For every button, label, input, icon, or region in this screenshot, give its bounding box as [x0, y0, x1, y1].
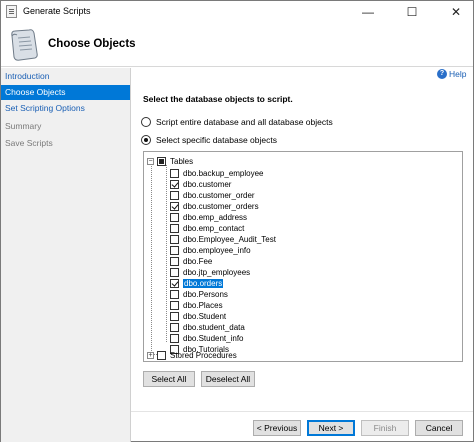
item-checkbox[interactable] — [170, 223, 179, 233]
wizard-nav: Introduction Choose Objects Set Scriptin… — [1, 68, 131, 442]
item-checkbox[interactable] — [170, 322, 179, 332]
tree-item-label: dbo.jtp_employees — [183, 267, 251, 277]
scroll-icon — [11, 29, 38, 61]
tree-node-tables[interactable]: − Tables — [147, 155, 193, 167]
item-checkbox[interactable] — [170, 179, 179, 189]
title-bar: Generate Scripts — ☐ ✕ — [1, 1, 473, 23]
radio-specific-objects-label: Select specific database objects — [156, 135, 277, 145]
tree-item-label: dbo.employee_info — [183, 245, 251, 255]
instruction-text: Select the database objects to script. — [143, 94, 293, 104]
tree-connector — [151, 163, 152, 355]
close-button[interactable]: ✕ — [441, 1, 471, 23]
footer-divider — [131, 411, 473, 412]
collapse-icon[interactable]: − — [147, 157, 154, 165]
object-tree[interactable]: − Tables dbo.backup_employee dbo.custome… — [143, 151, 463, 362]
item-checkbox[interactable] — [170, 333, 179, 343]
item-checkbox[interactable] — [170, 190, 179, 200]
app-icon — [6, 5, 17, 18]
item-checkbox[interactable] — [170, 300, 179, 310]
tree-item-label: dbo.Fee — [183, 256, 213, 266]
item-checkbox[interactable] — [170, 234, 179, 244]
item-checkbox[interactable] — [170, 245, 179, 255]
tree-item-label: dbo.customer_order — [183, 190, 255, 200]
cancel-button[interactable]: Cancel — [415, 420, 463, 436]
item-checkbox[interactable] — [170, 278, 179, 288]
item-checkbox[interactable] — [170, 201, 179, 211]
maximize-button[interactable]: ☐ — [397, 1, 427, 23]
tree-item-label: dbo.orders — [183, 278, 224, 288]
next-button[interactable]: Next > — [307, 420, 355, 436]
tree-item-label: dbo.customer — [183, 179, 232, 189]
nav-item-choose-objects[interactable]: Choose Objects — [1, 85, 130, 100]
radio-entire-database-button[interactable] — [141, 117, 151, 127]
radio-entire-database-label: Script entire database and all database … — [156, 117, 333, 127]
generate-scripts-window: Generate Scripts — ☐ ✕ Choose Objects In… — [0, 0, 474, 442]
tree-node-stored-procedures[interactable]: + Stored Procedures — [147, 349, 237, 361]
tree-connector — [166, 165, 167, 342]
expand-icon[interactable]: + — [147, 351, 154, 359]
page-title: Choose Objects — [48, 38, 136, 50]
radio-specific-objects[interactable]: Select specific database objects — [141, 135, 277, 145]
tree-item-label: dbo.Persons — [183, 289, 228, 299]
nav-item-set-scripting-options[interactable]: Set Scripting Options — [1, 101, 130, 116]
item-checkbox[interactable] — [170, 168, 179, 178]
item-checkbox[interactable] — [170, 289, 179, 299]
finish-button: Finish — [361, 420, 409, 436]
select-all-button[interactable]: Select All — [143, 371, 195, 387]
nav-item-introduction[interactable]: Introduction — [1, 69, 130, 84]
item-checkbox[interactable] — [170, 311, 179, 321]
item-checkbox[interactable] — [170, 256, 179, 266]
nav-item-save-scripts: Save Scripts — [5, 138, 53, 148]
tree-item-label: dbo.Student — [183, 311, 227, 321]
tables-checkbox[interactable] — [157, 156, 166, 166]
tree-item-label: dbo.Employee_Audit_Test — [183, 234, 276, 244]
wizard-header: Choose Objects — [1, 23, 473, 67]
previous-button[interactable]: < Previous — [253, 420, 301, 436]
item-checkbox[interactable] — [170, 267, 179, 277]
tree-item-label: dbo.Places — [183, 300, 223, 310]
tree-node-label: Stored Procedures — [170, 350, 237, 360]
minimize-button[interactable]: — — [353, 1, 383, 23]
tree-item-label: dbo.emp_address — [183, 212, 248, 222]
deselect-all-button[interactable]: Deselect All — [201, 371, 255, 387]
item-checkbox[interactable] — [170, 212, 179, 222]
tree-item-label: dbo.student_data — [183, 322, 245, 332]
radio-specific-objects-button[interactable] — [141, 135, 151, 145]
nav-item-summary: Summary — [5, 121, 42, 131]
tree-item-label: dbo.Student_info — [183, 333, 244, 343]
help-link[interactable]: ? Help — [437, 69, 466, 79]
help-label: Help — [449, 69, 467, 79]
tree-node-label: Tables — [170, 156, 194, 166]
help-icon: ? — [437, 69, 447, 79]
tree-item-label: dbo.customer_orders — [183, 201, 259, 211]
tree-item-label: dbo.emp_contact — [183, 223, 245, 233]
radio-entire-database[interactable]: Script entire database and all database … — [141, 117, 333, 127]
tree-item-label: dbo.backup_employee — [183, 168, 264, 178]
stored-procedures-checkbox[interactable] — [157, 350, 166, 360]
window-title: Generate Scripts — [23, 6, 91, 16]
